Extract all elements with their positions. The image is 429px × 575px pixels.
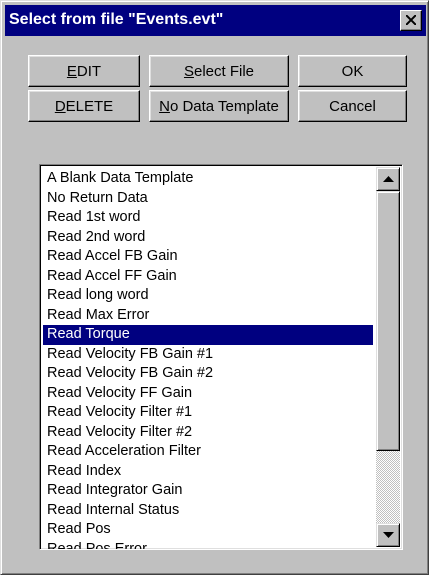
list-item[interactable]: Read Index bbox=[43, 462, 373, 482]
no-data-template-button[interactable]: No Data Template bbox=[149, 90, 289, 122]
select-file-button[interactable]: Select File bbox=[149, 55, 289, 87]
list-item[interactable]: Read 1st word bbox=[43, 208, 373, 228]
edit-button[interactable]: E DIT bbox=[28, 55, 140, 87]
list-item[interactable]: Read Velocity FB Gain #2 bbox=[43, 364, 373, 384]
list-item[interactable]: Read Velocity FF Gain bbox=[43, 384, 373, 404]
list-item[interactable]: Read Torque bbox=[43, 325, 373, 345]
title-bar[interactable]: Select from file "Events.evt" bbox=[5, 5, 426, 36]
select-file-button-label: elect File bbox=[193, 62, 255, 80]
list-item[interactable]: Read 2nd word bbox=[43, 228, 373, 248]
no-data-template-button-mnemonic: N bbox=[159, 97, 170, 115]
no-data-template-button-label: o Data Template bbox=[169, 97, 279, 115]
list-item[interactable]: Read Accel FB Gain bbox=[43, 247, 373, 267]
cancel-button[interactable]: Cancel bbox=[298, 90, 407, 122]
list-item[interactable]: Read Velocity FB Gain #1 bbox=[43, 345, 373, 365]
list-item[interactable]: Read Accel FF Gain bbox=[43, 267, 373, 287]
close-button[interactable] bbox=[400, 10, 422, 31]
list-item[interactable]: Read Velocity Filter #2 bbox=[43, 423, 373, 443]
ok-button[interactable]: OK bbox=[298, 55, 407, 87]
arrow-up-icon bbox=[383, 176, 394, 182]
list-item[interactable]: A Blank Data Template bbox=[43, 169, 373, 189]
delete-button-mnemonic: D bbox=[54, 97, 66, 115]
list-item[interactable]: Read Pos bbox=[43, 520, 373, 540]
list-item[interactable]: Read Acceleration Filter bbox=[43, 442, 373, 462]
window-title: Select from file "Events.evt" bbox=[9, 11, 224, 28]
list-item[interactable]: Read Internal Status bbox=[43, 501, 373, 521]
select-file-button-mnemonic: S bbox=[183, 62, 194, 80]
select-file-dialog: Select from file "Events.evt" E DIT Selec… bbox=[0, 0, 429, 575]
scroll-up-button[interactable] bbox=[376, 167, 400, 191]
arrow-down-icon bbox=[383, 532, 394, 538]
delete-button[interactable]: D ELETE bbox=[28, 90, 140, 122]
list-item[interactable]: Read Pos Error bbox=[43, 540, 373, 550]
edit-button-mnemonic: E bbox=[66, 62, 77, 80]
list-item[interactable]: Read Max Error bbox=[43, 306, 373, 326]
vertical-scrollbar[interactable] bbox=[376, 167, 400, 547]
list-item[interactable]: Read long word bbox=[43, 286, 373, 306]
event-listbox[interactable]: A Blank Data Template No Return Data Read … bbox=[39, 164, 403, 550]
scroll-down-button[interactable] bbox=[376, 523, 400, 547]
list-item[interactable]: Read Velocity Filter #1 bbox=[43, 403, 373, 423]
scrollbar-thumb[interactable] bbox=[376, 191, 400, 451]
edit-button-label: DIT bbox=[76, 62, 102, 80]
ok-button-label: OK bbox=[341, 62, 364, 80]
cancel-button-label: Cancel bbox=[329, 97, 376, 115]
list-item[interactable]: Read Integrator Gain bbox=[43, 481, 373, 501]
list-item[interactable]: No Return Data bbox=[43, 189, 373, 209]
delete-button-label: ELETE bbox=[65, 97, 114, 115]
close-icon bbox=[406, 15, 416, 25]
list-items: A Blank Data Template No Return Data Read … bbox=[43, 169, 373, 550]
